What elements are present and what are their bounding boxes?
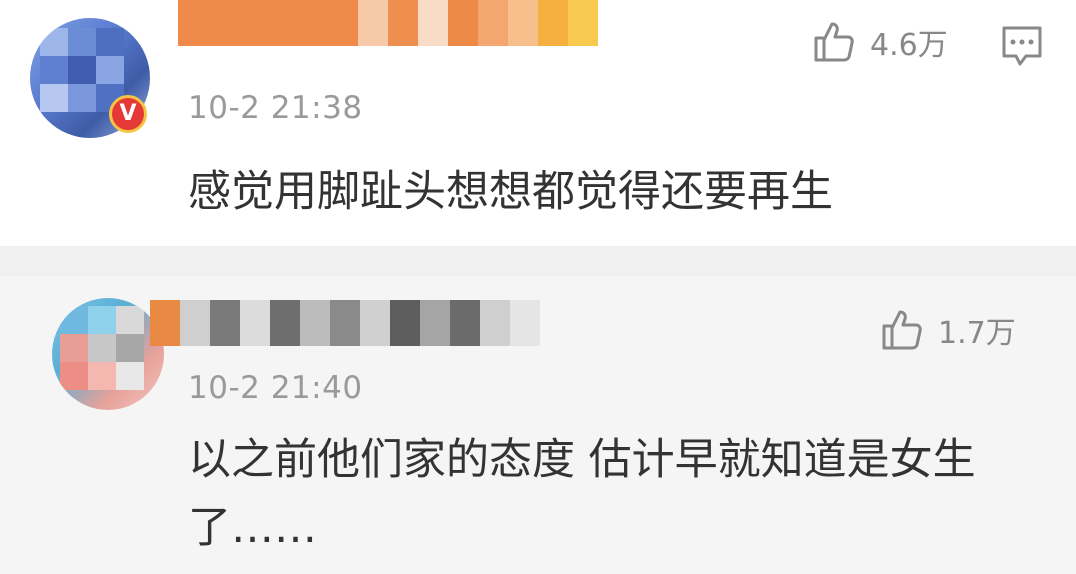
like-count: 4.6万 bbox=[870, 28, 948, 63]
username-blurred[interactable] bbox=[150, 300, 540, 346]
like-button[interactable]: 4.6万 bbox=[812, 20, 948, 64]
comment-timestamp: 10-2 21:40 bbox=[188, 370, 363, 406]
like-button[interactable]: 1.7万 bbox=[880, 308, 1016, 352]
like-count: 1.7万 bbox=[938, 316, 1016, 351]
comment-item: 10-2 21:40 以之前他们家的态度 估计早就知道是女生 了…… 1.7万 bbox=[0, 276, 1076, 574]
comment-item: V 10-2 21:38 感觉用脚趾头想想都觉得还要再生 4.6万 bbox=[0, 0, 1076, 246]
thumb-up-icon bbox=[814, 22, 854, 62]
comment-text-line: 了…… bbox=[188, 503, 317, 553]
reply-icon bbox=[1002, 26, 1042, 66]
verified-badge: V bbox=[109, 95, 147, 133]
comment-timestamp: 10-2 21:38 bbox=[188, 90, 363, 126]
comment-text-line: 以之前他们家的态度 估计早就知道是女生 bbox=[188, 435, 976, 485]
username-blurred[interactable] bbox=[178, 0, 598, 46]
reply-button[interactable] bbox=[998, 24, 1046, 72]
comment-text: 以之前他们家的态度 估计早就知道是女生 了…… bbox=[188, 426, 1008, 562]
section-divider bbox=[0, 246, 1076, 276]
avatar[interactable] bbox=[52, 298, 164, 410]
thumb-up-icon bbox=[882, 310, 922, 350]
comment-text: 感觉用脚趾头想想都觉得还要再生 bbox=[188, 167, 833, 217]
